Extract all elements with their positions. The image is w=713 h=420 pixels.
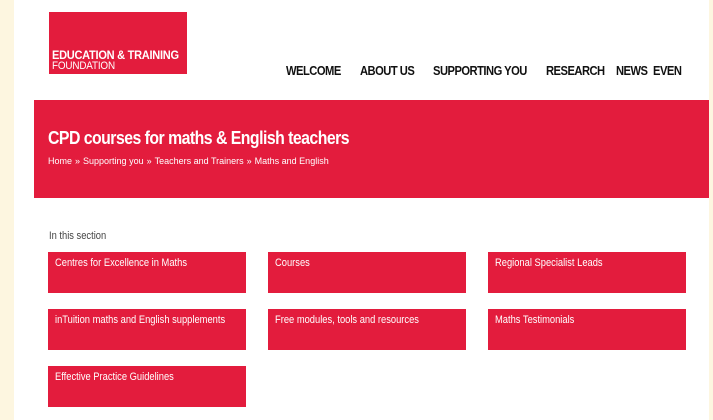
page-title: CPD courses for maths & English teachers	[48, 128, 350, 148]
section-label: In this section	[49, 230, 107, 242]
nav-item-research[interactable]: RESEARCH	[546, 63, 605, 78]
tile-label: Free modules, tools and resources	[275, 314, 419, 326]
tile-courses[interactable]: Courses	[268, 252, 466, 293]
breadcrumb-maths-and-english[interactable]: Maths and English	[255, 156, 329, 166]
tile-free-modules[interactable]: Free modules, tools and resources	[268, 309, 466, 350]
page: EDUCATION & TRAINING FOUNDATION WELCOME …	[14, 0, 709, 420]
nav-item-events[interactable]: EVEN	[653, 63, 682, 78]
breadcrumb-supporting-you[interactable]: Supporting you	[83, 156, 144, 166]
nav-item-supporting-you[interactable]: SUPPORTING YOU	[433, 63, 527, 78]
tile-effective-practice-guidelines[interactable]: Effective Practice Guidelines	[48, 366, 246, 407]
tile-label: Effective Practice Guidelines	[55, 371, 174, 383]
tile-label: inTuition maths and English supplements	[55, 314, 226, 326]
page-banner: CPD courses for maths & English teachers…	[34, 100, 709, 198]
tile-label: Regional Specialist Leads	[495, 257, 603, 269]
breadcrumb-home[interactable]: Home	[48, 156, 72, 166]
logo-line2: FOUNDATION	[52, 60, 115, 72]
breadcrumb-separator: »	[246, 156, 252, 166]
breadcrumb-teachers-and-trainers[interactable]: Teachers and Trainers	[155, 156, 244, 166]
breadcrumb: Home» Supporting you» Teachers and Trainer…	[48, 156, 329, 166]
tile-label: Courses	[275, 257, 310, 269]
tile-intuition-supplements[interactable]: inTuition maths and English supplements	[48, 309, 246, 350]
nav-item-news[interactable]: NEWS	[616, 63, 648, 78]
tile-maths-testimonials[interactable]: Maths Testimonials	[488, 309, 686, 350]
tile-label: Centres for Excellence in Maths	[55, 257, 188, 269]
tile-centres-for-excellence[interactable]: Centres for Excellence in Maths	[48, 252, 246, 293]
main-nav: WELCOME ABOUT US SUPPORTING YOU RESEARCH…	[286, 63, 709, 78]
breadcrumb-separator: »	[146, 156, 152, 166]
tile-regional-specialist-leads[interactable]: Regional Specialist Leads	[488, 252, 686, 293]
etf-logo[interactable]: EDUCATION & TRAINING FOUNDATION	[49, 12, 187, 74]
breadcrumb-separator: »	[75, 156, 81, 166]
tile-label: Maths Testimonials	[495, 314, 575, 326]
nav-item-about-us[interactable]: ABOUT US	[360, 63, 415, 78]
nav-item-welcome[interactable]: WELCOME	[286, 63, 341, 78]
